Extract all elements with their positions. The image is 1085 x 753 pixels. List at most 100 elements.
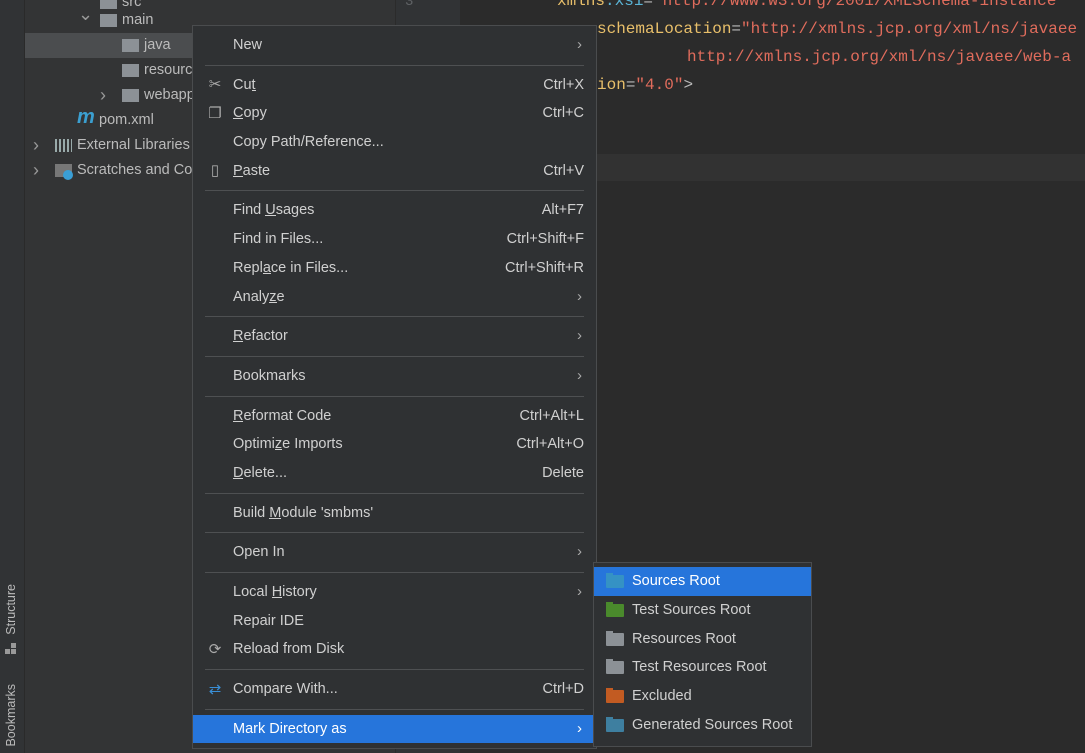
folder-icon [122,39,139,52]
libraries-icon [55,139,72,152]
menu-item-label: Reformat Code [233,407,332,424]
menu-item-refactor[interactable]: Refactor › [193,322,596,351]
menu-item-build-module-smbms[interactable]: Build Module 'smbms' [193,499,596,528]
menu-item-cut[interactable]: ✂ Cut Ctrl+X [193,71,596,100]
menu-separator [193,60,596,71]
folder-icon [606,630,624,646]
menu-item-label: Repair IDE [233,612,304,629]
submenu-item-label: Generated Sources Root [632,716,793,733]
chevron-right-icon: › [577,366,582,384]
chevron-right-icon[interactable]: › [33,133,39,158]
chevron-right-icon: › [577,719,582,737]
chevron-right-icon: › [577,327,582,345]
menu-item-delete[interactable]: Delete... Delete [193,459,596,488]
chevron-right-icon[interactable]: › [100,83,106,108]
code-token: http://xmlns.jcp.org/xml/ns/javaee/web-a [687,48,1072,66]
shortcut: Ctrl+C [542,105,585,122]
menu-separator [193,488,596,499]
menu-item-label: Replace in Files... [233,259,349,276]
chevron-right-icon: › [577,36,582,53]
shortcut: Ctrl+Alt+O [516,436,584,453]
code-token: "4.0" [635,76,684,94]
copy-icon: ❐ [208,105,222,123]
scratches-icon [55,164,73,180]
menu-item-label: Open In [233,544,285,561]
menu-item-label: Find in Files... [233,231,324,248]
menu-item-compare-with[interactable]: ⇄ Compare With... Ctrl+D [193,675,596,704]
code-token: "http://xmlns.jcp.org/xml/ns/javaee [741,20,1078,38]
menu-item-bookmarks[interactable]: Bookmarks › [193,362,596,391]
menu-item-mark-directory-as[interactable]: Mark Directory as › [193,714,596,744]
bookmarks-tab[interactable]: Bookmarks [4,684,18,747]
code-token: = [643,0,654,10]
reload-icon: ⟳ [208,641,222,659]
menu-item-reformat-code[interactable]: Reformat Code Ctrl+Alt+L [193,402,596,431]
menu-item-label: Copy [233,105,267,122]
menu-item-paste[interactable]: ▯ Paste Ctrl+V [193,157,596,186]
bookmarks-label: Bookmarks [4,684,18,747]
submenu-item-test-resources-root[interactable]: Test Resources Root [594,653,811,682]
chevron-right-icon[interactable]: › [33,158,39,183]
tool-window-strip: Structure Bookmarks [0,0,25,753]
menu-item-label: New [233,37,263,53]
folder-icon [606,659,624,675]
shortcut: Ctrl+Alt+L [519,407,584,424]
menu-item-find-usages[interactable]: Find Usages Alt+F7 [193,196,596,225]
menu-item-replace-in-files[interactable]: Replace in Files... Ctrl+Shift+R [193,254,596,283]
menu-item-find-in-files[interactable]: Find in Files... Ctrl+Shift+F [193,225,596,254]
menu-item-open-in[interactable]: Open In › [193,538,596,567]
menu-item-optimize-imports[interactable]: Optimize Imports Ctrl+Alt+O [193,430,596,459]
code-line: ion="4.0"> [597,76,693,94]
web-folder-icon [122,89,139,102]
menu-separator [193,704,596,715]
submenu-item-sources-root[interactable]: Sources Root [594,567,811,596]
scissors-icon: ✂ [208,76,222,94]
submenu-item-excluded[interactable]: Excluded [594,682,811,711]
compare-icon: ⇄ [208,680,222,698]
structure-label: Structure [4,584,18,635]
chevron-down-icon[interactable]: ⌄ [78,2,93,27]
menu-item-copy-path-reference[interactable]: Copy Path/Reference... [193,128,596,157]
menu-separator [193,311,596,322]
menu-item-new[interactable]: New › [193,31,596,60]
shortcut: Ctrl+D [542,681,585,698]
menu-item-analyze[interactable]: Analyze › [193,283,596,312]
submenu-item-test-sources-root[interactable]: Test Sources Root [594,596,811,625]
code-token: :xsi [605,0,644,10]
menu-separator [193,567,596,578]
tree-item-label: webapp [144,87,195,103]
code-token: "http://www.w3.org/2001/XMLSchema-instan… [653,0,1066,10]
menu-separator [193,351,596,362]
submenu-item-label: Resources Root [632,630,736,647]
menu-item-label: Paste [233,162,271,179]
shortcut: Ctrl+V [543,162,584,179]
structure-tab[interactable]: Structure [4,584,18,635]
structure-icon [5,643,17,655]
menu-item-label: Build Module 'smbms' [233,504,374,521]
menu-separator [193,664,596,675]
shortcut: Ctrl+X [543,76,584,93]
submenu-item-resources-root[interactable]: Resources Root [594,625,811,654]
tree-item-label: External Libraries [77,137,190,153]
code-token: schemaLocation [597,20,732,38]
menu-item-repair-ide[interactable]: Repair IDE [193,607,596,636]
chevron-right-icon: › [577,583,582,600]
folder-icon [606,716,624,732]
chevron-right-icon: › [577,287,582,305]
context-menu: New › ✂ Cut Ctrl+X ❐ Copy Ctrl+C Copy Path/Refer… [192,25,597,749]
menu-item-label: Mark Directory as [233,720,347,737]
line-number: 3 [405,0,414,10]
paste-icon: ▯ [210,162,220,180]
code-line: schemaLocation="http://xmlns.jcp.org/xml… [597,20,1077,38]
menu-item-copy[interactable]: ❐ Copy Ctrl+C [193,99,596,128]
submenu-item-generated-sources-root[interactable]: Generated Sources Root [594,711,811,740]
chevron-right-icon: › [577,543,582,561]
menu-item-label: Cut [233,76,256,93]
folder-icon [100,14,117,27]
submenu-item-label: Sources Root [632,573,720,589]
menu-item-local-history[interactable]: Local History › [193,578,596,607]
code-token: ion [597,76,626,94]
menu-item-label: Optimize Imports [233,436,343,453]
menu-item-reload-from-disk[interactable]: ⟳ Reload from Disk [193,635,596,664]
submenu-item-label: Excluded [632,688,692,705]
